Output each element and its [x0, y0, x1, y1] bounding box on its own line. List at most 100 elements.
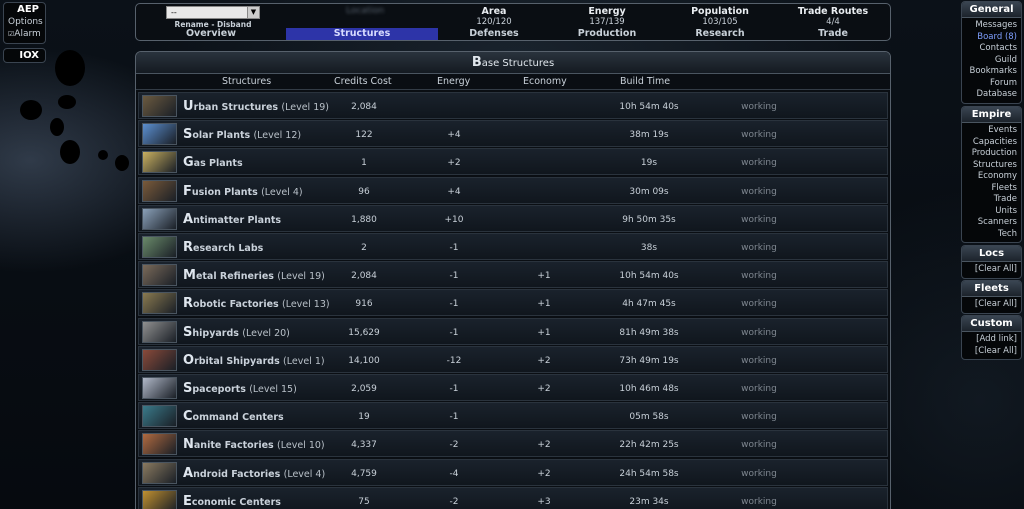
- empire-link[interactable]: Economy: [962, 171, 1021, 183]
- structure-name[interactable]: Antimatter Plants: [183, 212, 281, 227]
- tab-defenses[interactable]: Area 120/120 Defenses: [438, 4, 550, 40]
- structure-name[interactable]: Spaceports (Level 15): [183, 381, 297, 396]
- structure-name-cap: E: [183, 493, 192, 509]
- structure-name[interactable]: Robotic Factories (Level 13): [183, 296, 330, 311]
- structure-thumbnail[interactable]: [142, 151, 177, 174]
- structure-thumbnail[interactable]: [142, 292, 177, 315]
- energy-value: +10: [444, 214, 464, 225]
- structure-name[interactable]: Urban Structures (Level 19): [183, 99, 329, 114]
- options-link[interactable]: Options: [4, 16, 45, 28]
- energy-value: +4: [447, 186, 461, 197]
- structure-name-rest: anite Factories: [193, 440, 274, 452]
- structure-name[interactable]: Command Centers: [183, 409, 284, 424]
- empire-link[interactable]: Capacities: [962, 137, 1021, 149]
- structure-name[interactable]: Economic Centers: [183, 494, 281, 509]
- tab-structures[interactable]: Structures: [286, 4, 438, 40]
- structure-name-rest: conomic Centers: [191, 496, 281, 508]
- population-header: Population: [691, 6, 749, 17]
- general-link[interactable]: Forum: [962, 78, 1021, 90]
- panel-title: Base Structures: [136, 52, 890, 74]
- structure-name[interactable]: Fusion Plants (Level 4): [183, 184, 303, 199]
- tab-research-label: Research: [695, 28, 745, 39]
- structure-thumbnail[interactable]: [142, 123, 177, 146]
- build-time: 38s: [640, 243, 658, 253]
- panel-title-rest: ase Structures: [481, 58, 555, 69]
- tab-overview[interactable]: Overview: [136, 4, 286, 40]
- table-row: Fusion Plants (Level 4) 96 +4 30m 09s workin…: [138, 176, 888, 204]
- tab-research[interactable]: Population 103/105 Research: [664, 4, 776, 40]
- structure-name[interactable]: Gas Plants: [183, 155, 243, 170]
- credits-cost: 19: [358, 412, 370, 423]
- table-row: Orbital Shipyards (Level 1) 14,100 -12 +2 73…: [138, 345, 888, 373]
- structure-name[interactable]: Solar Plants (Level 12): [183, 127, 301, 142]
- structure-thumbnail[interactable]: [142, 489, 177, 509]
- structure-name-rest: obotic Factories: [193, 299, 279, 311]
- empire-link[interactable]: Scanners: [962, 217, 1021, 229]
- table-row: Economic Centers 75 -2 +3 23m 34s working: [138, 486, 888, 509]
- status-text: working: [741, 130, 777, 141]
- structure-thumbnail[interactable]: [142, 433, 177, 456]
- locs-link[interactable]: [Clear All]: [962, 264, 1021, 276]
- credits-cost: 15,629: [348, 327, 380, 338]
- build-time: 10h 54m 40s: [619, 271, 679, 282]
- population-value: 103/105: [702, 17, 738, 27]
- empire-link[interactable]: Units: [962, 206, 1021, 218]
- base-structures-panel: Base Structures Structures Credits Cost …: [135, 51, 891, 509]
- fleets-link[interactable]: [Clear All]: [962, 299, 1021, 311]
- iox-box[interactable]: IOX: [3, 48, 46, 63]
- table-row: Antimatter Plants 1,880 +10 9h 50m 35s work…: [138, 204, 888, 232]
- empire-link[interactable]: Structures: [962, 160, 1021, 172]
- general-link[interactable]: Board (8): [962, 32, 1021, 44]
- custom-link[interactable]: [Add link]: [962, 334, 1021, 346]
- structure-name[interactable]: Metal Refineries (Level 19): [183, 268, 325, 283]
- alarm-checkbox[interactable]: ☑Alarm: [4, 28, 45, 40]
- empire-link[interactable]: Production: [962, 148, 1021, 160]
- credits-cost: 1: [361, 158, 367, 169]
- general-title: General: [962, 2, 1021, 18]
- energy-value: -1: [449, 299, 459, 310]
- empire-link[interactable]: Events: [962, 125, 1021, 137]
- structure-thumbnail[interactable]: [142, 320, 177, 343]
- general-link[interactable]: Messages: [962, 20, 1021, 32]
- structure-name[interactable]: Shipyards (Level 20): [183, 325, 290, 340]
- credits-cost: 1,880: [351, 214, 377, 225]
- tab-production[interactable]: Energy 137/139 Production: [550, 4, 664, 40]
- structure-thumbnail[interactable]: [142, 405, 177, 428]
- fleets-menu: Fleets [Clear All]: [961, 280, 1022, 314]
- energy-value: -1: [449, 271, 459, 282]
- structure-thumbnail[interactable]: [142, 461, 177, 484]
- custom-link[interactable]: [Clear All]: [962, 346, 1021, 358]
- structure-name[interactable]: Android Factories (Level 4): [183, 466, 325, 481]
- structure-thumbnail[interactable]: [142, 236, 177, 258]
- structure-thumbnail[interactable]: [142, 95, 177, 117]
- structure-name-cap: G: [183, 155, 194, 171]
- structure-name-rest: ommand Centers: [192, 412, 284, 424]
- structure-thumbnail[interactable]: [142, 179, 177, 202]
- structure-level: (Level 20): [242, 327, 290, 339]
- energy-value: +4: [447, 130, 461, 141]
- empire-link[interactable]: Fleets: [962, 183, 1021, 195]
- asteroid-decoration: [50, 118, 64, 136]
- general-link[interactable]: Contacts: [962, 43, 1021, 55]
- general-link[interactable]: Bookmarks: [962, 66, 1021, 78]
- structure-name-rest: rban Structures: [193, 102, 279, 113]
- general-link[interactable]: Guild: [962, 55, 1021, 67]
- structure-thumbnail[interactable]: [142, 348, 177, 371]
- structure-name[interactable]: Research Labs: [183, 240, 263, 255]
- status-text: working: [741, 299, 777, 310]
- tab-structures-label: Structures: [286, 28, 438, 40]
- status-text: working: [741, 186, 777, 197]
- empire-link[interactable]: Trade: [962, 194, 1021, 206]
- build-time: 10h 46m 48s: [619, 384, 679, 394]
- structure-thumbnail[interactable]: [142, 377, 177, 399]
- credits-cost: 2,084: [351, 102, 377, 112]
- tab-trade[interactable]: Trade Routes 4/4 Trade: [776, 4, 890, 40]
- structure-thumbnail[interactable]: [142, 264, 177, 287]
- structure-name[interactable]: Orbital Shipyards (Level 1): [183, 353, 325, 368]
- status-text: working: [741, 243, 777, 253]
- tab-production-label: Production: [577, 28, 637, 39]
- structure-name[interactable]: Nanite Factories (Level 10): [183, 437, 325, 452]
- empire-link[interactable]: Tech: [962, 229, 1021, 241]
- structure-thumbnail[interactable]: [142, 207, 177, 230]
- general-link[interactable]: Database: [962, 89, 1021, 101]
